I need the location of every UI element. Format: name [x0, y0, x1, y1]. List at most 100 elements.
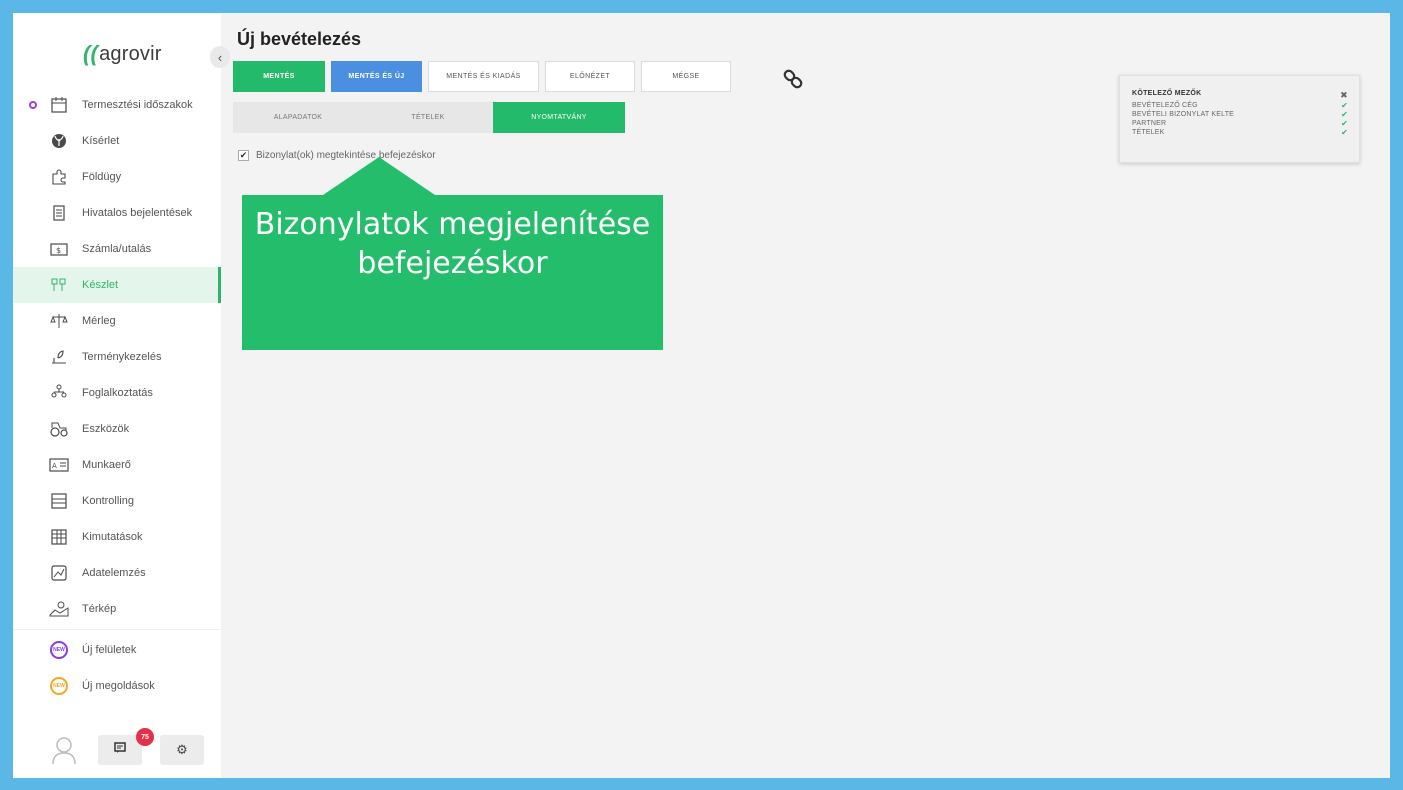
required-field-label: TÉTELEK	[1132, 129, 1165, 136]
sidebar-item-keszlet[interactable]: Készlet	[13, 267, 221, 303]
sidebar-item-label: Kimutatások	[82, 531, 143, 543]
controlling-icon	[49, 491, 69, 511]
required-field-label: BEVÉTELI BIZONYLAT KELTE	[1132, 111, 1235, 118]
sidebar-item-foldugy[interactable]: Földügy	[13, 159, 221, 195]
page-title: Új bevételezés	[237, 29, 362, 49]
menu-divider	[13, 629, 221, 630]
required-field-row: TÉTELEK ✔	[1132, 128, 1348, 137]
user-avatar-icon[interactable]	[51, 735, 77, 765]
stock-icon	[49, 275, 69, 295]
form-tabs: ALAPADATOK TÉTELEK NYOMTATVÁNY	[233, 102, 625, 133]
invoice-icon: $	[49, 239, 69, 259]
sidebar-item-label: Számla/utalás	[82, 243, 152, 255]
sidebar-item-kiserlet[interactable]: Kísérlet	[13, 123, 221, 159]
check-icon: ✔	[1341, 101, 1348, 110]
svg-text:$: $	[56, 246, 61, 255]
logo[interactable]: (( agrovir	[83, 41, 162, 67]
sidebar-item-label: Terménykezelés	[82, 351, 162, 363]
new-icon: NEW	[49, 676, 69, 696]
sidebar-item-hivatalos-bejelentesek[interactable]: Hivatalos bejelentések	[13, 195, 221, 231]
gear-icon: ⚙	[176, 742, 188, 757]
check-icon: ✔	[1341, 110, 1348, 119]
action-toolbar: MENTÉS MENTÉS ÉS ÚJ MENTÉS ÉS KIADÁS ELŐ…	[233, 61, 737, 92]
sidebar-item-termenykezeles[interactable]: Terménykezelés	[13, 339, 221, 375]
sidebar-item-label: Térkép	[82, 603, 117, 615]
scale-icon	[49, 311, 69, 331]
settings-button[interactable]: ⚙	[160, 735, 204, 765]
sidebar-item-kimutatasok[interactable]: Kimutatások	[13, 519, 221, 555]
required-field-label: PARTNER	[1132, 120, 1167, 127]
table-icon	[49, 527, 69, 547]
tractor-icon	[49, 419, 69, 439]
required-field-row: BEVÉTELEZŐ CÉG ✔	[1132, 101, 1348, 110]
sidebar-item-terkep[interactable]: Térkép	[13, 591, 221, 627]
preview-button[interactable]: ELŐNÉZET	[545, 61, 635, 92]
sidebar-item-label: Földügy	[82, 171, 122, 183]
sidebar-item-merleg[interactable]: Mérleg	[13, 303, 221, 339]
close-icon[interactable]: ✖	[1340, 90, 1348, 101]
tab-nyomtatvany[interactable]: NYOMTATVÁNY	[493, 102, 625, 133]
required-panel-title: KÖTELEZŐ MEZŐK	[1132, 90, 1202, 97]
sidebar-item-munkaero[interactable]: A Munkaerő	[13, 447, 221, 483]
main-content: Új bevételezés MENTÉS MENTÉS ÉS ÚJ MENTÉ…	[221, 13, 1390, 778]
employment-icon	[49, 383, 69, 403]
chart-icon	[49, 563, 69, 583]
sidebar-item-label: Kísérlet	[82, 135, 120, 147]
sidebar-item-label: Eszközök	[82, 423, 130, 435]
chat-count-badge: 75	[136, 728, 154, 746]
save-and-issue-button[interactable]: MENTÉS ÉS KIADÁS	[428, 61, 539, 92]
tab-alapadatok[interactable]: ALAPADATOK	[233, 102, 363, 133]
check-icon: ✔	[1341, 119, 1348, 128]
sidebar: (( agrovir Termesztési időszakok Kísérle…	[13, 13, 221, 778]
tutorial-callout: Bizonylatok megjelenítése befejezéskor	[242, 195, 663, 350]
app-window: (( agrovir Termesztési időszakok Kísérle…	[13, 13, 1390, 778]
sidebar-item-label: Új megoldások	[82, 680, 155, 692]
notification-dot-icon	[29, 101, 37, 109]
chevron-left-icon: ‹	[217, 49, 223, 65]
id-card-icon: A	[49, 455, 69, 475]
sidebar-item-foglalkoztatas[interactable]: Foglalkoztatás	[13, 375, 221, 411]
view-documents-checkbox[interactable]: ✔	[238, 150, 249, 161]
leaf-logo-icon: ((	[83, 41, 99, 66]
sidebar-collapse-button[interactable]: ‹	[210, 46, 230, 68]
sidebar-item-label: Munkaerő	[82, 459, 131, 471]
sidebar-item-eszkozok[interactable]: Eszközök	[13, 411, 221, 447]
save-and-new-button[interactable]: MENTÉS ÉS ÚJ	[331, 61, 422, 92]
sidebar-item-uj-megoldasok[interactable]: NEW Új megoldások	[13, 668, 221, 704]
sidebar-item-label: Foglalkoztatás	[82, 387, 153, 399]
document-icon	[49, 203, 69, 223]
calendar-icon	[49, 95, 69, 115]
puzzle-icon	[49, 167, 69, 187]
new-icon: NEW	[49, 640, 69, 660]
logo-text: agrovir	[99, 42, 162, 65]
required-fields-panel: KÖTELEZŐ MEZŐK ✖ BEVÉTELEZŐ CÉG ✔ BEVÉTE…	[1119, 75, 1360, 163]
sidebar-item-label: Mérleg	[82, 315, 116, 327]
sidebar-item-label: Termesztési időszakok	[82, 99, 193, 111]
sidebar-item-label: Hivatalos bejelentések	[82, 207, 193, 219]
sidebar-menu: Termesztési időszakok Kísérlet Földügy H…	[13, 87, 221, 704]
svg-text:A: A	[52, 462, 57, 470]
save-button[interactable]: MENTÉS	[233, 61, 325, 92]
new-badge: NEW	[50, 641, 68, 659]
link-icon[interactable]	[782, 68, 804, 90]
required-field-label: BEVÉTELEZŐ CÉG	[1132, 102, 1198, 109]
sidebar-item-label: Új felületek	[82, 644, 137, 656]
sidebar-item-label: Készlet	[82, 279, 119, 291]
sidebar-item-label: Adatelemzés	[82, 567, 146, 579]
sidebar-item-adatelemzes[interactable]: Adatelemzés	[13, 555, 221, 591]
map-icon	[49, 599, 69, 619]
check-icon: ✔	[1341, 128, 1348, 137]
sidebar-item-szamla-utalas[interactable]: $ Számla/utalás	[13, 231, 221, 267]
required-field-row: PARTNER ✔	[1132, 119, 1348, 128]
required-field-row: BEVÉTELI BIZONYLAT KELTE ✔	[1132, 110, 1348, 119]
crop-handling-icon	[49, 347, 69, 367]
callout-arrow	[323, 157, 435, 195]
sidebar-item-termesztesi-idoszakok[interactable]: Termesztési időszakok	[13, 87, 221, 123]
chat-icon	[114, 741, 126, 759]
sidebar-item-kontrolling[interactable]: Kontrolling	[13, 483, 221, 519]
tab-tetelek[interactable]: TÉTELEK	[363, 102, 493, 133]
sidebar-item-uj-feluletek[interactable]: NEW Új felületek	[13, 632, 221, 668]
sidebar-footer: 75 ⚙	[13, 728, 221, 769]
cancel-button[interactable]: MÉGSE	[641, 61, 731, 92]
new-badge: NEW	[50, 677, 68, 695]
